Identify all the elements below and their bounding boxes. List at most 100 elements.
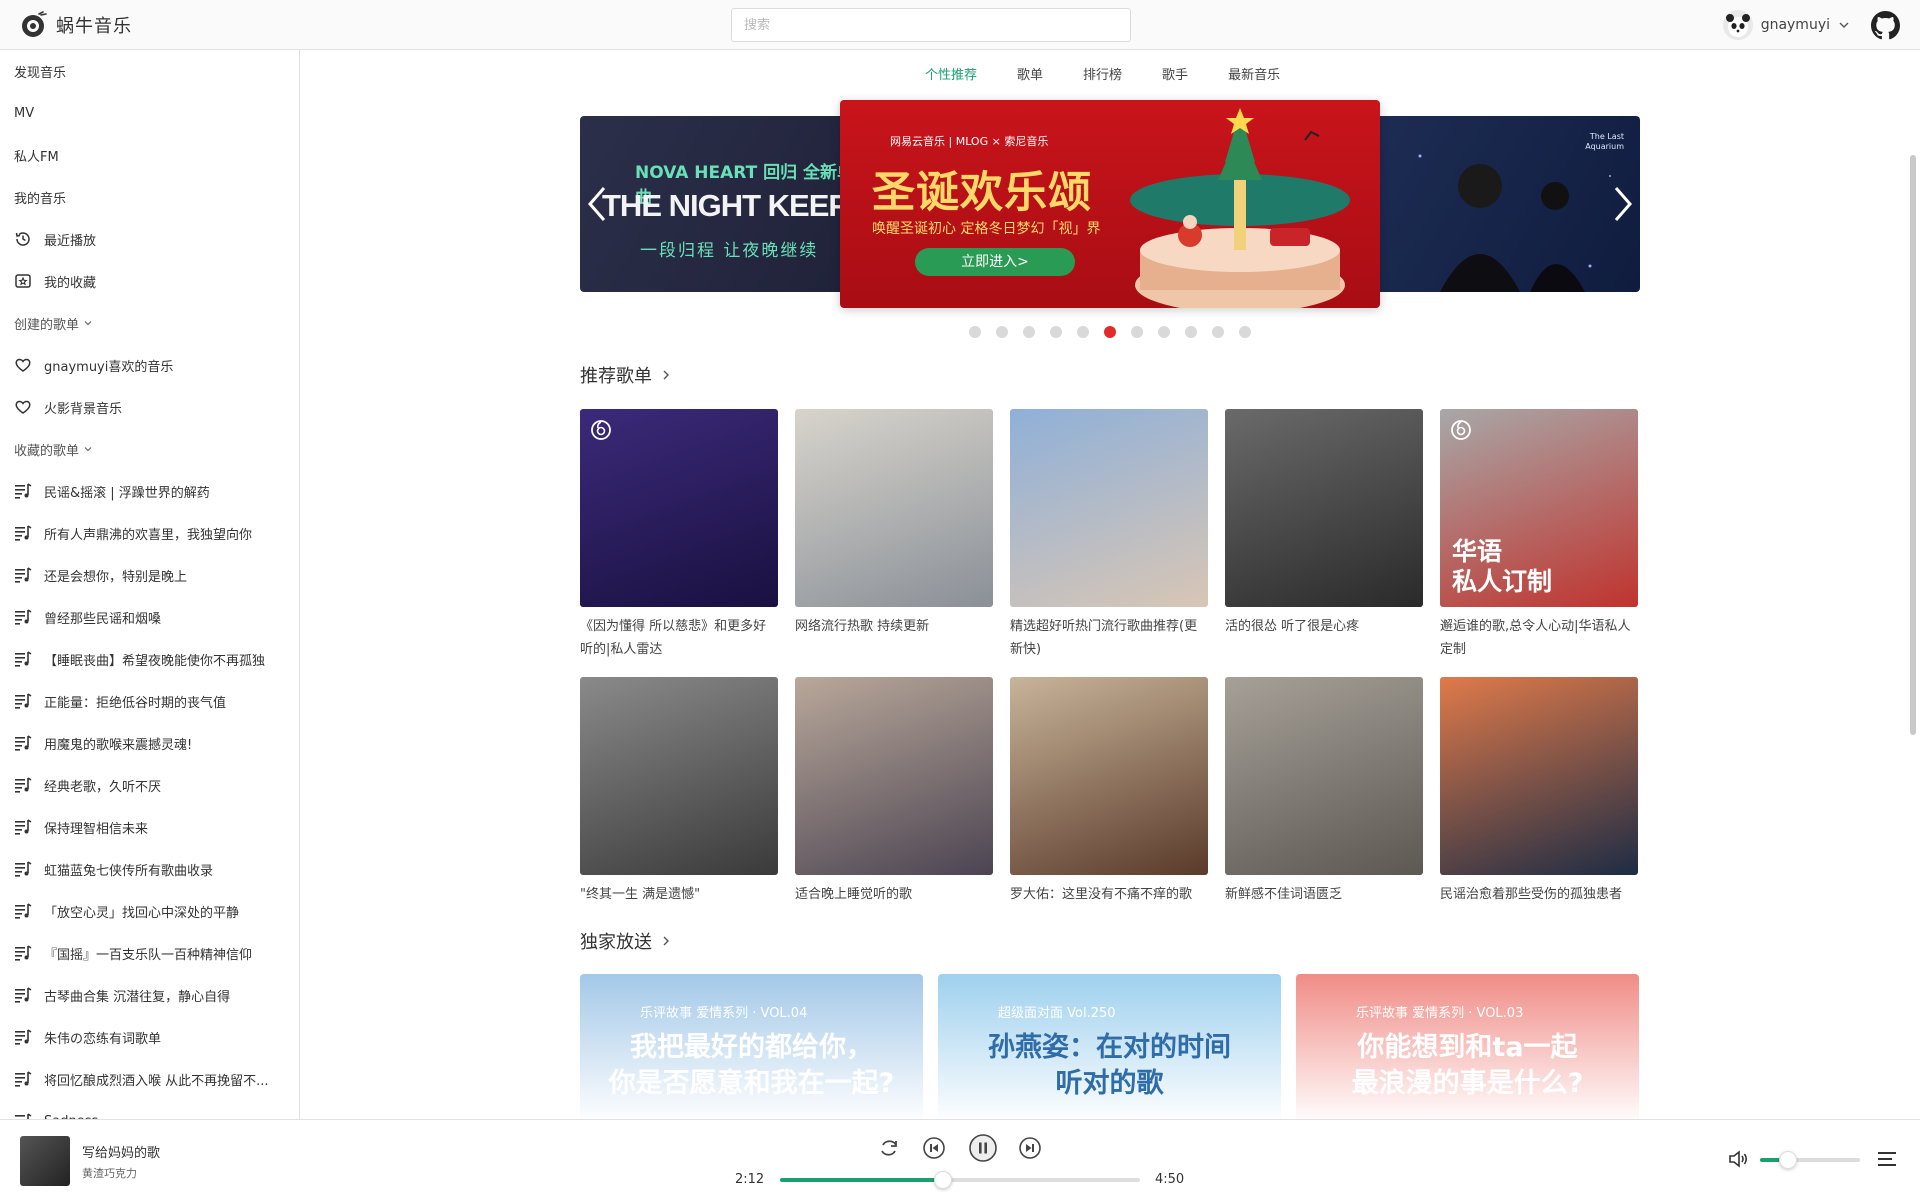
playlist-caption[interactable]: 网络流行热歌 持续更新 [795, 615, 993, 661]
playlist-cover[interactable] [1225, 677, 1423, 875]
playlist-cover[interactable] [1010, 677, 1208, 875]
playlist-caption[interactable]: 活的很怂 听了很是心疼 [1225, 615, 1423, 661]
collected-playlist-item[interactable]: 用魔鬼的歌喉来震撼灵魂! [0, 722, 299, 764]
search-input[interactable] [731, 8, 1131, 42]
banner-slide-left[interactable]: NOVA HEART 回归 全新单曲 THE NIGHT KEEPS GOIN … [580, 116, 860, 292]
exclusive-card[interactable]: 乐评故事 爱情系列 · VOL.03 你能想到和ta一起 最浪漫的事是什么? [1296, 974, 1639, 1119]
volume-slider[interactable] [1760, 1151, 1860, 1169]
playlist-card[interactable]: 《因为懂得 所以慈悲》和更多好听的|私人雷达 [580, 409, 778, 661]
collected-playlist-item[interactable]: Sadness [0, 1100, 299, 1119]
tab-0[interactable]: 个性推荐 [925, 64, 977, 83]
github-icon[interactable] [1871, 11, 1900, 40]
playlist-caption[interactable]: 精选超好听热门流行歌曲推荐(更新快) [1010, 615, 1208, 661]
sidebar-item-recent[interactable]: 最近播放 [0, 218, 299, 260]
banner-slide-center[interactable]: 网易云音乐 | MLOG × 索尼音乐 圣诞欢乐颂 唤醒圣诞初心 定格冬日梦幻「… [840, 100, 1380, 308]
carousel-dot[interactable] [996, 326, 1008, 338]
playlist-caption[interactable]: 适合晚上睡觉听的歌 [795, 883, 993, 907]
collected-playlist-item[interactable]: 『国摇』一百支乐队一百种精神信仰 [0, 932, 299, 974]
tab-1[interactable]: 歌单 [1017, 64, 1043, 83]
sidebar-nav-item[interactable]: 私人FM [0, 134, 299, 176]
pause-icon[interactable] [969, 1134, 997, 1162]
collected-playlist-item[interactable]: 民谣&摇滚 | 浮躁世界的解药 [0, 470, 299, 512]
repeat-icon[interactable] [877, 1136, 901, 1160]
playlist-card[interactable]: 华语 私人订制邂逅谁的歌,总令人心动|华语私人定制 [1440, 409, 1638, 661]
recommended-playlists-heading[interactable]: 推荐歌单 [580, 362, 672, 388]
collected-playlist-item[interactable]: 【睡眠丧曲】希望夜晚能使你不再孤独 [0, 638, 299, 680]
carousel-dot[interactable] [1158, 326, 1170, 338]
playlist-card[interactable]: 网络流行热歌 持续更新 [795, 409, 993, 661]
created-playlists-header[interactable]: 创建的歌单 [0, 302, 299, 344]
playlist-card[interactable]: 适合晚上睡觉听的歌 [795, 677, 993, 907]
playlist-card[interactable]: 罗大佑：这里没有不痛不痒的歌 [1010, 677, 1208, 907]
collected-playlist-item[interactable]: 所有人声鼎沸的欢喜里，我独望向你 [0, 512, 299, 554]
carousel-dot[interactable] [1050, 326, 1062, 338]
collected-playlist-item[interactable]: 经典老歌，久听不厌 [0, 764, 299, 806]
playlist-caption[interactable]: 《因为懂得 所以慈悲》和更多好听的|私人雷达 [580, 615, 778, 661]
playlist-cover[interactable] [1225, 409, 1423, 607]
volume-icon[interactable] [1727, 1148, 1749, 1170]
carousel-next-arrow-icon[interactable] [1612, 184, 1634, 224]
sidebar-nav-item[interactable]: 我的音乐 [0, 176, 299, 218]
playlist-cover[interactable] [795, 409, 993, 607]
sidebar-item-favorites[interactable]: 我的收藏 [0, 260, 299, 302]
carousel-dot[interactable] [1104, 326, 1116, 338]
carousel-dot[interactable] [1131, 326, 1143, 338]
user-menu[interactable]: gnaymuyi [1722, 10, 1850, 40]
playlist-card[interactable]: 新鲜感不佳词语匮乏 [1225, 677, 1423, 907]
collected-playlists-header[interactable]: 收藏的歌单 [0, 428, 299, 470]
playlist-cover[interactable] [580, 409, 778, 607]
playlist-card[interactable]: 活的很怂 听了很是心疼 [1225, 409, 1423, 661]
collected-playlist-item[interactable]: 「放空心灵」找回心中深处的平静 [0, 890, 299, 932]
banner-slide-right[interactable]: The Last Aquarium [1360, 116, 1640, 292]
previous-track-icon[interactable] [922, 1136, 946, 1160]
volume-handle[interactable] [1779, 1151, 1797, 1169]
collected-playlist-item[interactable]: 还是会想你，特别是晚上 [0, 554, 299, 596]
playlist-cover[interactable]: 华语 私人订制 [1440, 409, 1638, 607]
sidebar-nav-item[interactable]: 发现音乐 [0, 50, 299, 92]
playlist-card[interactable]: "终其一生 满是遗憾" [580, 677, 778, 907]
playlist-caption[interactable]: 民谣治愈着那些受伤的孤独患者 [1440, 883, 1638, 907]
now-playing-artist[interactable]: 黄渣巧克力 [82, 1165, 137, 1181]
playlist-card[interactable]: 民谣治愈着那些受伤的孤独患者 [1440, 677, 1638, 907]
exclusive-card[interactable]: 超级面对面 Vol.250 孙燕姿：在对的时间 听对的歌 [938, 974, 1281, 1119]
carousel-dot[interactable] [1212, 326, 1224, 338]
collected-playlist-item[interactable]: 保持理智相信未来 [0, 806, 299, 848]
main-scrollbar[interactable] [1910, 155, 1916, 735]
tab-3[interactable]: 歌手 [1162, 64, 1188, 83]
exclusive-heading[interactable]: 独家放送 [580, 928, 672, 954]
carousel-dot[interactable] [1185, 326, 1197, 338]
progress-handle[interactable] [934, 1171, 953, 1189]
carousel-dot[interactable] [1077, 326, 1089, 338]
progress-bar[interactable] [780, 1171, 1140, 1189]
playlist-cover[interactable] [1010, 409, 1208, 607]
now-playing-cover[interactable] [20, 1136, 70, 1186]
carousel-dot[interactable] [1239, 326, 1251, 338]
playlist-queue-icon[interactable] [1878, 1150, 1898, 1168]
playlist-caption[interactable]: 新鲜感不佳词语匮乏 [1225, 883, 1423, 907]
banner-enter-button[interactable]: 立即进入> [915, 248, 1075, 276]
now-playing-title[interactable]: 写给妈妈的歌 [82, 1142, 160, 1161]
tab-2[interactable]: 排行榜 [1083, 64, 1122, 83]
app-logo[interactable]: 蜗牛音乐 [20, 11, 132, 39]
collected-playlist-item[interactable]: 将回忆酿成烈酒入喉 从此不再挽留不... [0, 1058, 299, 1100]
playlist-caption[interactable]: 罗大佑：这里没有不痛不痒的歌 [1010, 883, 1208, 907]
playlist-cover[interactable] [795, 677, 993, 875]
exclusive-card[interactable]: 乐评故事 爱情系列 · VOL.04 我把最好的都给你， 你是否愿意和我在一起? [580, 974, 923, 1119]
collected-playlist-item[interactable]: 正能量：拒绝低谷时期的丧气值 [0, 680, 299, 722]
created-playlist-item[interactable]: gnaymuyi喜欢的音乐 [0, 344, 299, 386]
collected-playlist-item[interactable]: 朱伟の恋练有词歌单 [0, 1016, 299, 1058]
playlist-card[interactable]: 精选超好听热门流行歌曲推荐(更新快) [1010, 409, 1208, 661]
playlist-caption[interactable]: "终其一生 满是遗憾" [580, 883, 778, 907]
tab-4[interactable]: 最新音乐 [1228, 64, 1280, 83]
carousel-prev-arrow-icon[interactable] [586, 184, 608, 224]
playlist-cover[interactable] [1440, 677, 1638, 875]
carousel-dot[interactable] [1023, 326, 1035, 338]
sidebar-nav-item[interactable]: MV [0, 92, 299, 134]
collected-playlist-item[interactable]: 虹猫蓝兔七侠传所有歌曲收录 [0, 848, 299, 890]
created-playlist-item[interactable]: 火影背景音乐 [0, 386, 299, 428]
carousel-dot[interactable] [969, 326, 981, 338]
collected-playlist-item[interactable]: 古琴曲合集 沉潜往复，静心自得 [0, 974, 299, 1016]
playlist-cover[interactable] [580, 677, 778, 875]
next-track-icon[interactable] [1018, 1136, 1042, 1160]
playlist-caption[interactable]: 邂逅谁的歌,总令人心动|华语私人定制 [1440, 615, 1638, 661]
